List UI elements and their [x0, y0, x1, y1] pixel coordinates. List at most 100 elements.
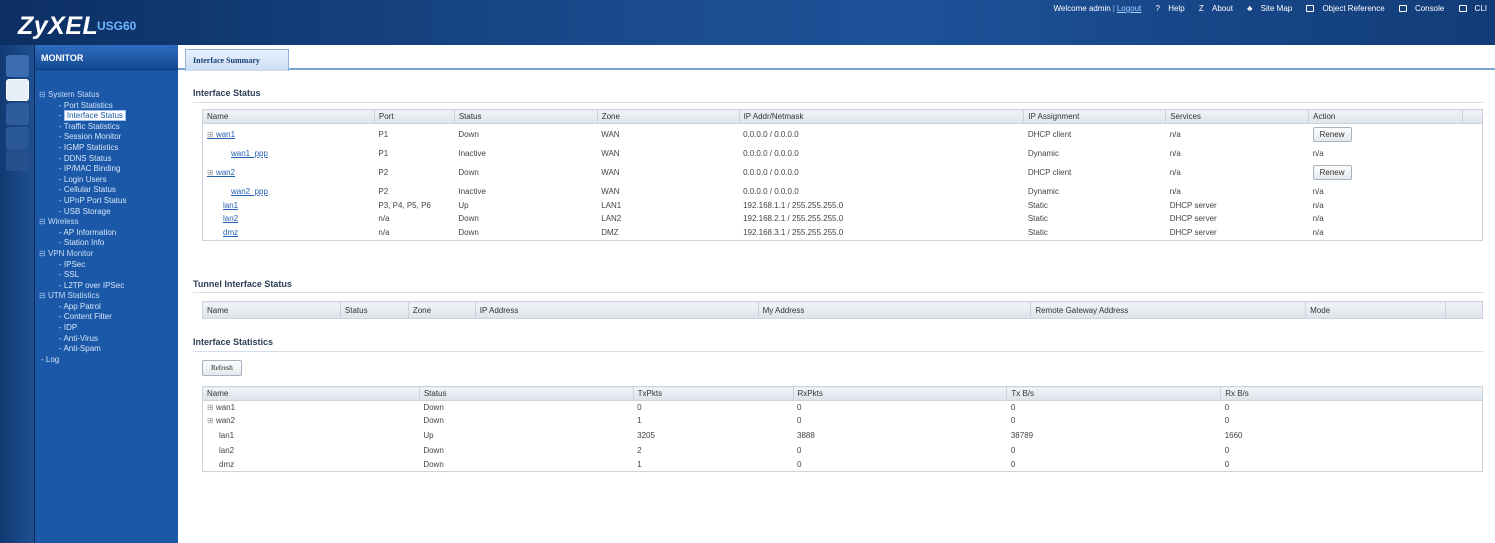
- tunnel-status-table: Name Status Zone IP Address My Address R…: [202, 301, 1484, 319]
- about-link[interactable]: Z About: [1193, 4, 1233, 13]
- renew-button[interactable]: Renew: [1312, 165, 1352, 180]
- col-status[interactable]: Status: [454, 109, 598, 124]
- cell-name: dmz: [219, 459, 235, 469]
- sidebar-group-utm-statistics[interactable]: UTM Statistics: [35, 291, 178, 302]
- cell-port: P1: [378, 130, 389, 140]
- sidebar-item-ap-information[interactable]: AP Information: [35, 228, 178, 239]
- col-port[interactable]: Port: [374, 109, 455, 124]
- sidebar-group-vpn-monitor[interactable]: VPN Monitor: [35, 249, 178, 260]
- interface-link[interactable]: wan2: [207, 168, 235, 177]
- tools-icon[interactable]: [6, 149, 29, 171]
- col-zone[interactable]: Zone: [408, 301, 476, 319]
- cell-txpkts: 3205: [637, 430, 655, 440]
- tab-interface-summary[interactable]: Interface Summary: [185, 49, 289, 71]
- cell-status: Down: [458, 168, 479, 177]
- sidebar-item-idp[interactable]: IDP: [35, 323, 178, 334]
- col-my-address[interactable]: My Address: [758, 301, 1032, 319]
- console-link[interactable]: Console: [1393, 4, 1444, 13]
- col-remote-gateway[interactable]: Remote Gateway Address: [1030, 301, 1307, 319]
- sidebar-item-anti-virus[interactable]: Anti-Virus: [35, 334, 178, 345]
- cell-name: lan1: [219, 430, 235, 440]
- col-tx-bps[interactable]: Tx B/s: [1006, 386, 1222, 401]
- object-reference-link[interactable]: Object Reference: [1300, 4, 1385, 13]
- sidebar-item-cellular-status[interactable]: Cellular Status: [35, 185, 178, 196]
- section-divider: [193, 102, 1483, 103]
- col-services[interactable]: Services: [1165, 109, 1310, 124]
- cell-zone: LAN1: [601, 201, 622, 210]
- configuration-icon[interactable]: [6, 103, 29, 125]
- sidebar-item-app-patrol[interactable]: App Patrol: [35, 302, 178, 313]
- sidebar-item-content-filter[interactable]: Content Filter: [35, 312, 178, 323]
- col-status[interactable]: Status: [340, 301, 409, 319]
- interface-link[interactable]: wan1_ppp: [231, 149, 268, 158]
- table-row: lan1 P3, P4, P5, P6 Up LAN1 192.168.1.1 …: [203, 200, 1483, 212]
- interface-link[interactable]: dmz: [223, 228, 238, 237]
- col-name[interactable]: Name: [202, 301, 341, 319]
- cell-status: Down: [458, 130, 479, 140]
- sidebar-item-station-info[interactable]: Station Info: [35, 238, 178, 249]
- sidebar-group-system-status[interactable]: System Status: [35, 90, 178, 101]
- interface-link[interactable]: wan1: [207, 130, 235, 139]
- sidebar-item-igmp-statistics[interactable]: IGMP Statistics: [35, 143, 178, 154]
- col-ip-assignment[interactable]: IP Assignment: [1023, 109, 1167, 124]
- sidebar-item-upnp-port-status[interactable]: UPnP Port Status: [35, 196, 178, 207]
- col-action[interactable]: Action: [1308, 109, 1463, 124]
- site-map-icon: ♣: [1247, 4, 1253, 13]
- sidebar-item-traffic-statistics[interactable]: Traffic Statistics: [35, 122, 178, 133]
- table-header-row: Name Port Status Zone IP Addr/Netmask IP…: [202, 109, 1484, 124]
- help-link[interactable]: ? Help: [1150, 4, 1185, 13]
- cell-port: n/a: [378, 227, 390, 237]
- sidebar-group-wireless[interactable]: Wireless: [35, 217, 178, 228]
- cell-txpkts: 0: [637, 402, 642, 412]
- row-expand-name[interactable]: wan2: [207, 416, 235, 425]
- tunnel-status-title: Tunnel Interface Status: [193, 279, 292, 289]
- sidebar-item-session-monitor[interactable]: Session Monitor: [35, 132, 178, 143]
- dashboard-icon[interactable]: [6, 55, 29, 77]
- cell-services: n/a: [1169, 168, 1181, 177]
- sidebar-item-ssl[interactable]: SSL: [35, 270, 178, 281]
- col-zone[interactable]: Zone: [597, 109, 740, 124]
- col-rx-bps[interactable]: Rx B/s: [1220, 386, 1483, 401]
- interface-link[interactable]: lan1: [223, 201, 238, 210]
- cell-zone: WAN: [601, 187, 620, 196]
- col-name[interactable]: Name: [202, 386, 420, 401]
- renew-button[interactable]: Renew: [1312, 127, 1352, 143]
- sidebar-item-login-users[interactable]: Login Users: [35, 175, 178, 186]
- object-reference-icon: [1306, 5, 1315, 12]
- refresh-button[interactable]: Refresh: [202, 360, 242, 376]
- col-txpkts[interactable]: TxPkts: [633, 386, 794, 401]
- cell-status: Down: [423, 416, 444, 425]
- cell-ip: 0.0.0.0 / 0.0.0.0: [743, 130, 799, 140]
- cell-ip: 192.168.1.1 / 255.255.255.0: [743, 201, 844, 210]
- cell-services: DHCP server: [1169, 213, 1217, 223]
- table-header-row: Name Status TxPkts RxPkts Tx B/s Rx B/s: [202, 386, 1483, 401]
- cell-port: P3, P4, P5, P6: [378, 201, 431, 210]
- col-mode[interactable]: Mode: [1305, 301, 1446, 319]
- interface-status-table: Name Port Status Zone IP Addr/Netmask IP…: [202, 109, 1484, 241]
- maintenance-icon[interactable]: [6, 127, 29, 149]
- sidebar-item-ip-mac-binding[interactable]: IP/MAC Binding: [35, 164, 178, 175]
- sidebar-item-log[interactable]: Log: [35, 355, 178, 366]
- table-row: lan2 n/a Down LAN2 192.168.2.1 / 255.255…: [203, 212, 1483, 225]
- cell-action: n/a: [1312, 149, 1324, 158]
- cell-port: n/a: [378, 213, 390, 223]
- row-expand-name[interactable]: wan1: [207, 403, 235, 412]
- interface-link[interactable]: wan2_ppp: [231, 187, 268, 196]
- sidebar-item-usb-storage[interactable]: USB Storage: [35, 207, 178, 218]
- monitor-icon[interactable]: [6, 79, 29, 101]
- interface-link[interactable]: lan2: [223, 214, 238, 223]
- cli-link[interactable]: CLI: [1453, 4, 1487, 13]
- sidebar-item-interface-status[interactable]: Interface Status: [35, 110, 178, 122]
- site-map-link[interactable]: ♣ Site Map: [1241, 4, 1292, 13]
- col-ip-netmask[interactable]: IP Addr/Netmask: [739, 109, 1025, 124]
- col-status[interactable]: Status: [419, 386, 634, 401]
- cell-port: P1: [378, 149, 389, 158]
- col-name[interactable]: Name: [202, 109, 375, 124]
- col-ip-address[interactable]: IP Address: [475, 301, 759, 319]
- logout-link[interactable]: Logout: [1117, 4, 1141, 13]
- sidebar-item-ddns-status[interactable]: DDNS Status: [35, 154, 178, 165]
- sidebar-item-l2tp-over-ipsec[interactable]: L2TP over IPSec: [35, 281, 178, 292]
- col-rxpkts[interactable]: RxPkts: [793, 386, 1008, 401]
- sidebar-item-anti-spam[interactable]: Anti-Spam: [35, 344, 178, 355]
- sidebar-item-ipsec[interactable]: IPSec: [35, 260, 178, 271]
